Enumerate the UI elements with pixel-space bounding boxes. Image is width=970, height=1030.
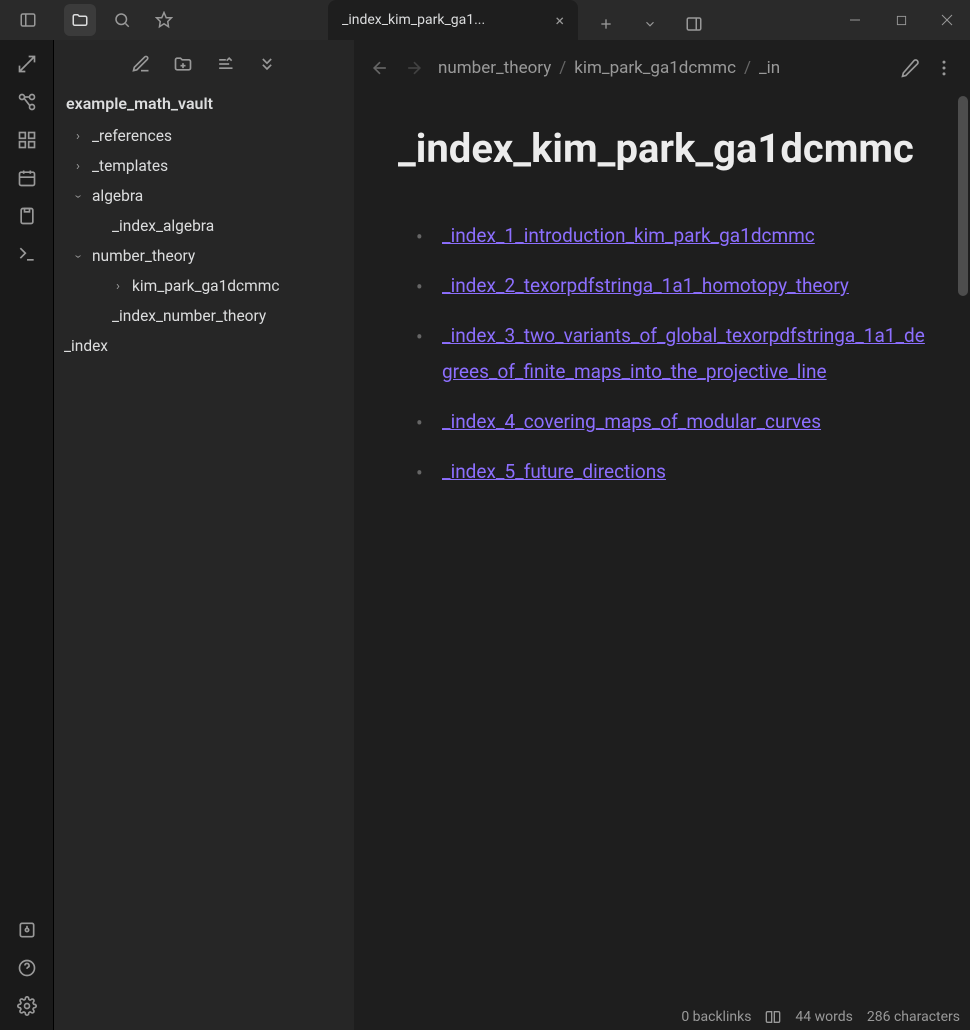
list-item: _index_5_future_directions xyxy=(416,454,926,490)
settings-icon[interactable] xyxy=(17,996,37,1016)
canvas-icon[interactable] xyxy=(17,130,37,150)
sidebar: example_math_vault › _references › _temp… xyxy=(54,40,354,1030)
new-tab-icon[interactable] xyxy=(590,8,622,40)
sort-icon[interactable] xyxy=(215,54,235,74)
daily-note-icon[interactable] xyxy=(17,168,37,188)
titlebar-tool-icons xyxy=(56,0,188,40)
ribbon xyxy=(0,40,54,1030)
sidebar-toggle-left-icon[interactable] xyxy=(12,4,44,36)
minimize-button[interactable] xyxy=(832,0,878,40)
status-backlinks[interactable]: 0 backlinks xyxy=(681,1009,751,1025)
back-icon[interactable] xyxy=(370,58,390,78)
breadcrumb-sep: / xyxy=(559,58,566,78)
tree-file-index-algebra[interactable]: _index_algebra xyxy=(64,211,348,241)
quick-switcher-icon[interactable] xyxy=(17,54,37,74)
titlebar-left-icons xyxy=(0,0,56,40)
tree-folder-number-theory[interactable]: › number_theory xyxy=(64,241,348,271)
tabs: _index_kim_park_ga1... × xyxy=(328,0,722,40)
tree-file-index-root[interactable]: _index xyxy=(64,331,348,361)
new-note-icon[interactable] xyxy=(131,54,151,74)
sidebar-toggle-right-icon[interactable] xyxy=(678,8,710,40)
breadcrumb[interactable]: number_theory / kim_park_ga1dcmmc / _in xyxy=(438,58,886,78)
tree-label: _index_number_theory xyxy=(112,307,266,325)
tree-label: kim_park_ga1dcmmc xyxy=(132,277,279,295)
templates-icon[interactable] xyxy=(17,206,37,226)
file-tree: › _references › _templates › algebra _in… xyxy=(54,121,354,361)
graph-view-icon[interactable] xyxy=(17,92,37,112)
tree-folder-templates[interactable]: › _templates xyxy=(64,151,348,181)
tree-label: number_theory xyxy=(92,247,195,265)
breadcrumb-part[interactable]: number_theory xyxy=(438,58,551,78)
close-icon[interactable]: × xyxy=(555,11,564,30)
titlebar: _index_kim_park_ga1... × xyxy=(0,0,970,40)
tree-label: _templates xyxy=(92,157,168,175)
tree-folder-algebra[interactable]: › algebra xyxy=(64,181,348,211)
tree-label: _references xyxy=(92,127,172,145)
forward-icon[interactable] xyxy=(404,58,424,78)
help-icon[interactable] xyxy=(17,958,37,978)
chevron-down-icon: › xyxy=(71,188,86,204)
edit-icon[interactable] xyxy=(900,58,920,78)
folder-icon[interactable] xyxy=(64,4,96,36)
note-link-list: _index_1_introduction_kim_park_ga1dcmmc … xyxy=(398,218,926,491)
vault-name[interactable]: example_math_vault xyxy=(54,88,354,121)
scrollbar[interactable] xyxy=(958,96,968,296)
tree-folder-kim-park[interactable]: › kim_park_ga1dcmmc xyxy=(64,271,348,301)
tab-title: _index_kim_park_ga1... xyxy=(342,12,485,28)
list-item: _index_1_introduction_kim_park_ga1dcmmc xyxy=(416,218,926,254)
new-folder-icon[interactable] xyxy=(173,54,193,74)
tree-label: _index xyxy=(64,337,108,355)
note-link[interactable]: _index_2_texorpdfstringa_1a1_homotopy_th… xyxy=(442,274,849,297)
maximize-button[interactable] xyxy=(878,0,924,40)
vault-icon[interactable] xyxy=(17,920,37,940)
list-item: _index_4_covering_maps_of_modular_curves xyxy=(416,404,926,440)
status-bar: 0 backlinks 44 words 286 characters xyxy=(671,1004,970,1030)
command-palette-icon[interactable] xyxy=(17,244,37,264)
tree-file-index-nt[interactable]: _index_number_theory xyxy=(64,301,348,331)
status-chars[interactable]: 286 characters xyxy=(867,1009,960,1025)
book-icon[interactable] xyxy=(765,1009,781,1025)
note-link[interactable]: _index_4_covering_maps_of_modular_curves xyxy=(442,410,821,433)
more-icon[interactable] xyxy=(934,58,954,78)
note-link[interactable]: _index_3_two_variants_of_global_texorpdf… xyxy=(442,324,925,383)
star-icon[interactable] xyxy=(148,4,180,36)
search-icon[interactable] xyxy=(106,4,138,36)
list-item: _index_3_two_variants_of_global_texorpdf… xyxy=(416,318,926,390)
breadcrumb-part[interactable]: kim_park_ga1dcmmc xyxy=(574,58,736,78)
tab-active[interactable]: _index_kim_park_ga1... × xyxy=(328,0,578,40)
chevron-right-icon: › xyxy=(110,279,126,294)
sidebar-toolbar xyxy=(54,40,354,88)
collapse-icon[interactable] xyxy=(257,54,277,74)
tree-folder-references[interactable]: › _references xyxy=(64,121,348,151)
content-toolbar: number_theory / kim_park_ga1dcmmc / _in xyxy=(354,40,970,96)
chevron-down-icon[interactable] xyxy=(634,8,666,40)
status-words[interactable]: 44 words xyxy=(795,1009,852,1025)
note-body: _index_kim_park_ga1dcmmc _index_1_introd… xyxy=(354,96,970,1030)
chevron-right-icon: › xyxy=(70,159,86,174)
tree-label: _index_algebra xyxy=(112,217,214,235)
window-controls xyxy=(832,0,970,40)
chevron-right-icon: › xyxy=(70,129,86,144)
note-link[interactable]: _index_1_introduction_kim_park_ga1dcmmc xyxy=(442,224,815,247)
content-pane: number_theory / kim_park_ga1dcmmc / _in … xyxy=(354,40,970,1030)
breadcrumb-part[interactable]: _in xyxy=(759,58,780,78)
breadcrumb-sep: / xyxy=(744,58,751,78)
note-link[interactable]: _index_5_future_directions xyxy=(442,460,666,483)
list-item: _index_2_texorpdfstringa_1a1_homotopy_th… xyxy=(416,268,926,304)
close-window-button[interactable] xyxy=(924,0,970,40)
main-area: example_math_vault › _references › _temp… xyxy=(0,40,970,1030)
note-title[interactable]: _index_kim_park_ga1dcmmc xyxy=(398,124,926,174)
tab-actions xyxy=(578,8,722,40)
tree-label: algebra xyxy=(92,187,143,205)
chevron-down-icon: › xyxy=(71,248,86,264)
